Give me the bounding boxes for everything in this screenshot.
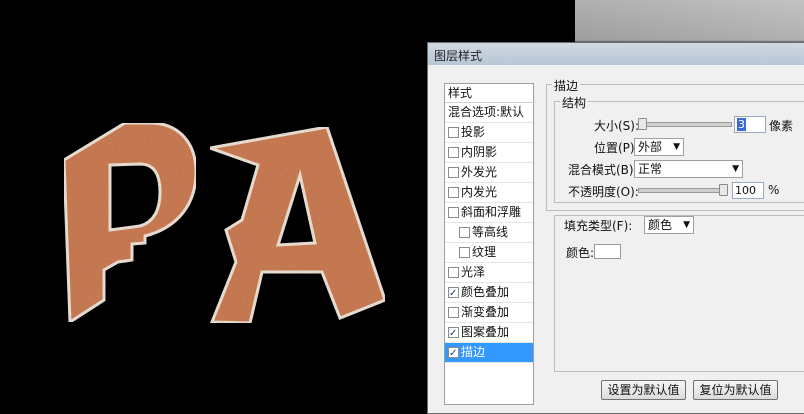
- position-value: 外部: [638, 140, 663, 154]
- blend-mode-label: 混合模式(B):: [568, 163, 638, 177]
- checkbox[interactable]: [448, 344, 459, 363]
- checkbox[interactable]: [459, 227, 470, 238]
- reset-default-button[interactable]: 复位为默认值: [693, 380, 778, 400]
- style-item-stroke[interactable]: 描边: [445, 343, 533, 363]
- stroke-panel: 描边 结构 大小(S): 3 像素 位置(P): 外部 ▼ 混合模式(B): 正…: [546, 77, 804, 407]
- opacity-slider-thumb[interactable]: [719, 184, 728, 196]
- style-item-satin[interactable]: 光泽: [445, 263, 533, 283]
- position-label: 位置(P):: [594, 141, 639, 155]
- checkbox[interactable]: [448, 207, 459, 218]
- style-item-label: 内阴影: [461, 145, 498, 159]
- checkbox[interactable]: [448, 167, 459, 178]
- style-item-label: 图案叠加: [461, 325, 510, 339]
- dialog-title: 图层样式: [434, 49, 483, 63]
- style-item-color-overlay[interactable]: 颜色叠加: [445, 283, 533, 303]
- style-item-outer-glow[interactable]: 外发光: [445, 163, 533, 183]
- color-label: 颜色:: [566, 246, 595, 260]
- style-item-label: 投影: [461, 125, 486, 139]
- stroke-color-swatch[interactable]: [594, 244, 621, 259]
- checkbox[interactable]: [448, 147, 459, 158]
- artwork: [62, 121, 387, 325]
- style-item-label: 混合选项:默认: [448, 105, 525, 119]
- photo-overlay: [575, 0, 804, 45]
- style-item-label: 内发光: [461, 185, 498, 199]
- opacity-value: 100: [735, 184, 756, 197]
- stroke-section-title: 描边: [552, 77, 581, 94]
- position-select[interactable]: 外部 ▼: [634, 138, 684, 156]
- style-item-label: 等高线: [472, 225, 509, 239]
- fill-group: [554, 215, 804, 372]
- letter-p: [62, 121, 198, 325]
- style-item-texture[interactable]: 纹理: [445, 243, 533, 263]
- chevron-down-icon: ▼: [732, 164, 739, 174]
- style-item-label: 外发光: [461, 165, 498, 179]
- chevron-down-icon: ▼: [683, 220, 690, 230]
- size-slider-thumb[interactable]: [637, 118, 647, 130]
- size-unit: 像素: [769, 119, 794, 133]
- checkbox[interactable]: [448, 127, 459, 138]
- blend-mode-value: 正常: [638, 162, 663, 176]
- fill-type-select[interactable]: 颜色 ▼: [644, 216, 694, 234]
- set-default-button[interactable]: 设置为默认值: [601, 380, 686, 400]
- styles-header[interactable]: 样式: [445, 84, 536, 103]
- opacity-slider[interactable]: [638, 188, 726, 193]
- fill-type-value: 颜色: [648, 218, 673, 232]
- checkbox[interactable]: [448, 187, 459, 198]
- checkbox[interactable]: [448, 267, 459, 278]
- chevron-down-icon: ▼: [673, 142, 680, 152]
- structure-title: 结构: [560, 94, 589, 111]
- style-item-inner-shadow[interactable]: 内阴影: [445, 143, 533, 163]
- size-label: 大小(S):: [594, 119, 640, 133]
- checkbox[interactable]: [448, 284, 459, 303]
- size-input[interactable]: 3: [734, 116, 766, 133]
- opacity-unit: %: [768, 183, 780, 197]
- size-slider[interactable]: [638, 122, 732, 127]
- style-item-label: 渐变叠加: [461, 305, 510, 319]
- opacity-label: 不透明度(O):: [568, 185, 639, 199]
- opacity-input[interactable]: 100: [732, 182, 764, 199]
- style-item-label: 颜色叠加: [461, 285, 510, 299]
- letter-a: [204, 125, 387, 325]
- dialog-titlebar[interactable]: 图层样式: [428, 43, 804, 65]
- style-item-inner-glow[interactable]: 内发光: [445, 183, 533, 203]
- styles-list: 样式 混合选项:默认 投影 内阴影 外发光 内发光 斜面和浮雕 等高线 纹理 光…: [444, 83, 536, 405]
- layer-style-dialog: 图层样式 样式 混合选项:默认 投影 内阴影 外发光 内发光 斜面和浮雕 等高线…: [427, 42, 804, 414]
- checkbox[interactable]: [448, 307, 459, 318]
- blend-mode-select[interactable]: 正常 ▼: [634, 160, 743, 178]
- style-item-gradient-overlay[interactable]: 渐变叠加: [445, 303, 533, 323]
- checkbox[interactable]: [459, 247, 470, 258]
- size-value: 3: [737, 118, 746, 131]
- style-item-label: 纹理: [472, 245, 497, 259]
- style-item-contour[interactable]: 等高线: [445, 223, 533, 243]
- style-item-blending-options[interactable]: 混合选项:默认: [445, 103, 533, 123]
- fill-type-label: 填充类型(F):: [564, 219, 633, 233]
- checkbox[interactable]: [448, 324, 459, 343]
- style-item-label: 光泽: [461, 265, 486, 279]
- style-item-bevel-emboss[interactable]: 斜面和浮雕: [445, 203, 533, 223]
- style-item-pattern-overlay[interactable]: 图案叠加: [445, 323, 533, 343]
- style-item-label: 斜面和浮雕: [461, 205, 522, 219]
- style-item-drop-shadow[interactable]: 投影: [445, 123, 533, 143]
- style-item-label: 描边: [461, 345, 486, 359]
